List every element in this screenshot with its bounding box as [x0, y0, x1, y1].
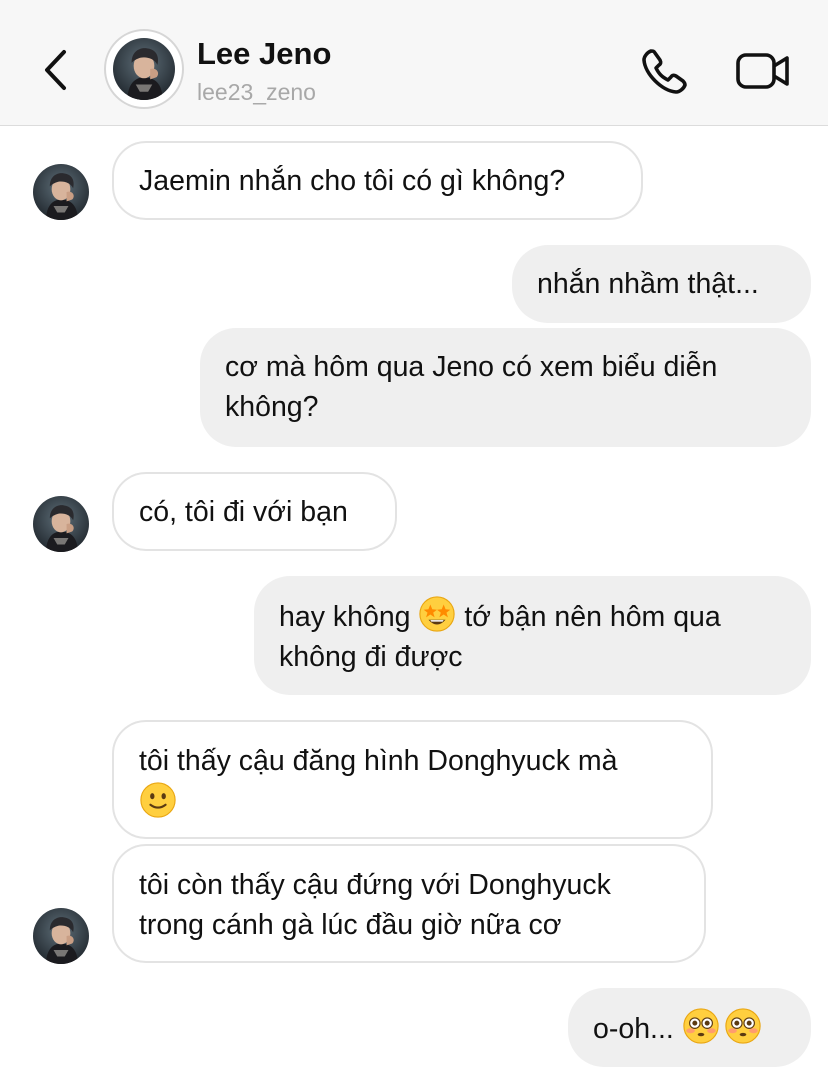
- message-text: có, tôi đi với bạn: [139, 496, 348, 528]
- message-text-fragment: tớ bận nên hôm qua: [464, 601, 721, 633]
- flushed-face-emoji-icon: [682, 1007, 720, 1045]
- message-bubble-outgoing[interactable]: hay không tớ bận nên hôm qua không đi đư…: [254, 576, 811, 695]
- slightly-smiling-face-emoji-icon: [139, 781, 177, 819]
- message-text-line: không?: [225, 391, 319, 423]
- message-text-line: tôi còn thấy cậu đứng với Donghyuck: [139, 869, 611, 901]
- message-text-line: trong cánh gà lúc đầu giờ nữa cơ: [139, 909, 562, 941]
- phone-icon: [642, 49, 687, 94]
- message-bubble-incoming[interactable]: tôi thấy cậu đăng hình Donghyuck mà: [112, 720, 713, 839]
- message-bubble-incoming[interactable]: có, tôi đi với bạn: [112, 472, 397, 551]
- message-text-fragment: hay không: [279, 601, 411, 633]
- contact-username[interactable]: lee23_zeno: [197, 79, 316, 106]
- contact-avatar: [113, 38, 175, 100]
- star-struck-emoji-icon: [418, 595, 456, 633]
- sender-avatar[interactable]: [33, 164, 89, 220]
- contact-avatar-button[interactable]: [104, 29, 184, 109]
- message-bubble-incoming[interactable]: tôi còn thấy cậu đứng với Donghyuck tron…: [112, 844, 706, 963]
- chat-header: Lee Jeno lee23_zeno: [0, 0, 828, 126]
- video-call-button[interactable]: [734, 46, 792, 96]
- message-text-line: không đi được: [279, 641, 463, 673]
- audio-call-button[interactable]: [638, 44, 692, 98]
- message-emoji-line: [139, 781, 686, 823]
- message-text: o-oh...: [593, 1013, 674, 1045]
- sender-avatar[interactable]: [33, 908, 89, 964]
- message-text: nhắn nhầm thật...: [537, 268, 759, 300]
- message-bubble-outgoing[interactable]: o-oh...: [568, 988, 811, 1067]
- message-bubble-incoming[interactable]: Jaemin nhắn cho tôi có gì không?: [112, 141, 643, 220]
- video-camera-icon: [736, 53, 789, 89]
- chevron-left-icon: [45, 50, 66, 90]
- back-button[interactable]: [36, 44, 76, 96]
- message-text-line: cơ mà hôm qua Jeno có xem biểu diễn: [225, 351, 718, 383]
- contact-name[interactable]: Lee Jeno: [197, 36, 331, 72]
- message-text-line: hay không tớ bận nên hôm qua: [279, 595, 786, 637]
- message-text: Jaemin nhắn cho tôi có gì không?: [139, 165, 566, 197]
- message-bubble-outgoing[interactable]: cơ mà hôm qua Jeno có xem biểu diễn khôn…: [200, 328, 811, 447]
- sender-avatar[interactable]: [33, 496, 89, 552]
- message-text-line: tôi thấy cậu đăng hình Donghyuck mà: [139, 745, 618, 777]
- flushed-face-emoji-icon: [724, 1007, 762, 1045]
- message-bubble-outgoing[interactable]: nhắn nhầm thật...: [512, 245, 811, 323]
